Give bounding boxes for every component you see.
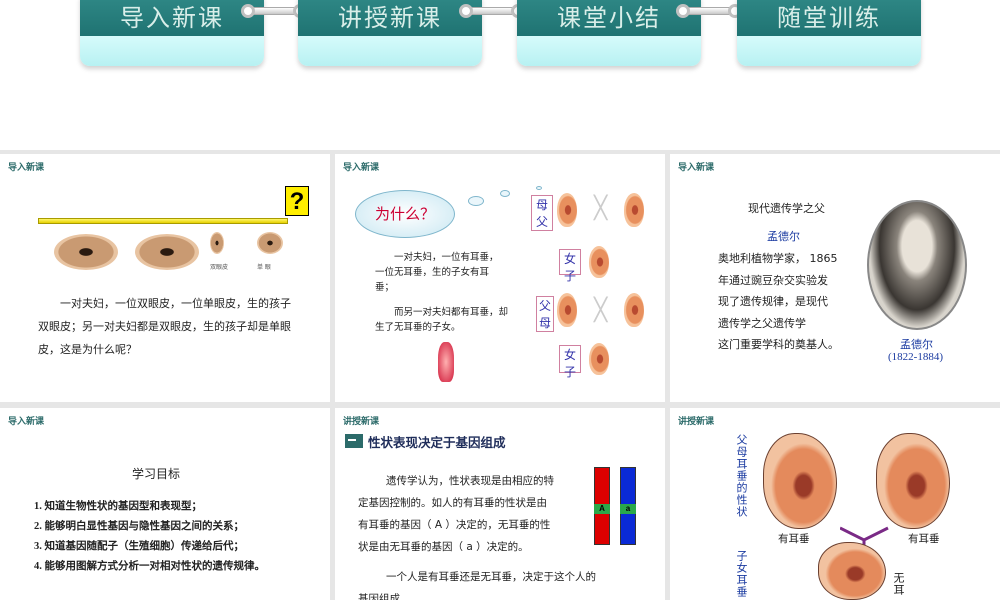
cross-icon: ╳ — [594, 196, 608, 221]
ear-image — [557, 293, 577, 327]
parent-trait-label: 父母耳垂的性状 — [735, 434, 748, 518]
tab-connector — [676, 4, 742, 18]
bio-line: 年通过豌豆杂交实验发 — [718, 273, 828, 287]
bio-line: 奥地利植物学家， 1865 — [718, 252, 838, 265]
tab-bottom — [298, 36, 482, 66]
ear-image — [624, 193, 644, 227]
slide-section-tag: 导入新课 — [343, 163, 380, 173]
gene-band: a — [620, 504, 636, 514]
gene-chromosome-a: a — [620, 467, 636, 545]
body-line: 有耳垂的基因（ A ）决定的，无耳垂的性 — [358, 519, 551, 531]
ear-caption: 无耳 — [892, 572, 905, 596]
role-label-text: 母 父 — [535, 198, 548, 229]
role-label-text: 父母 — [538, 299, 551, 330]
ear-photo — [763, 433, 837, 529]
tab-bottom — [80, 36, 264, 66]
tab-bottom — [517, 36, 701, 66]
bio-text: 奥地利植物学家， 1865 年通过豌豆杂交实验发 现了遗传规律，是现代 遗传学之… — [718, 248, 868, 356]
connector-bar — [467, 7, 517, 15]
question-mark-figure — [438, 342, 454, 382]
child-trait-label: 子女耳垂 — [735, 550, 748, 598]
body-line: 定基因控制的。如人的有耳垂的性状是由 — [358, 497, 547, 509]
goal-item: 4. 能够用图解方式分析一对相对性状的遗传规律。 — [34, 561, 265, 572]
portrait-caption-name: 孟德尔 — [900, 338, 933, 351]
tab-label: 课堂小结 — [557, 4, 661, 32]
tab-lecture[interactable]: 讲授新课 — [298, 0, 482, 66]
body-line: 状是由无耳垂的基因（ a ）决定的。 — [358, 541, 529, 553]
heading-icon — [345, 434, 363, 448]
cloud-question: 为什么？ — [375, 205, 436, 223]
figure-label: 单 眼 — [257, 264, 271, 271]
slide-body-text: 遗传学认为，性状表现是由相应的特 定基因控制的。如人的有耳垂的性状是由 有耳垂的… — [358, 470, 596, 600]
ear-image — [557, 193, 577, 227]
ear-image — [589, 246, 609, 278]
tab-practice[interactable]: 随堂训练 — [737, 0, 921, 66]
slide-title: 现代遗传学之父 — [748, 202, 825, 215]
bio-line: 现了遗传规律，是现代 — [718, 295, 828, 308]
body-line: 基因组成。 — [358, 593, 411, 600]
eye-fragment-image — [210, 232, 224, 254]
figure-label: 双眼皮 — [210, 264, 229, 271]
question-mark-icon: ? — [285, 186, 309, 216]
tab-connector — [459, 4, 525, 18]
tab-label: 导入新课 — [120, 4, 224, 32]
tab-label: 随堂训练 — [777, 4, 881, 32]
body-line: 遗传学认为，性状表现是由相应的特 — [386, 475, 554, 487]
connector-ring — [676, 4, 690, 18]
slide-title: 学习目标 — [132, 467, 181, 481]
role-label-text: 女 子 — [563, 348, 576, 379]
goal-item: 3. 知道基因随配子（生殖细胞）传递给后代； — [34, 541, 244, 552]
role-label-text: 女 子 — [563, 252, 576, 283]
slide-section-tag: 导入新课 — [678, 163, 715, 173]
eye-fragment-image — [257, 232, 283, 254]
cross-icon: ╳ — [594, 298, 608, 323]
role-label: 父母 — [536, 296, 554, 332]
ear-caption: 有耳垂 — [778, 533, 810, 545]
slide-heading: 性状表现决定于基因组成 — [368, 435, 506, 450]
role-label: 女 子 — [559, 249, 581, 283]
scientist-name: 孟德尔 — [767, 230, 800, 243]
chapter-nav: 导入新课 讲授新课 课堂小结 随堂训练 — [0, 0, 1000, 75]
role-label: 母 父 — [531, 195, 553, 231]
mendel-portrait — [867, 200, 967, 330]
thought-bubble — [536, 186, 542, 190]
slide-body-text: 而另一对夫妇都有耳垂，却生了无耳垂的子女。 — [375, 307, 509, 333]
bio-line: 遗传学之父遗传学 — [718, 316, 806, 330]
goal-item: 1. 知道生物性状的基因型和表现型； — [34, 501, 202, 512]
goal-item: 2. 能够明白显性基因与隐性基因之间的关系； — [34, 521, 244, 532]
child-ear-photo — [818, 542, 886, 600]
body-line: 一个人是有耳垂还是无耳垂，决定于这个人的 — [386, 571, 596, 583]
double-eyelid-eye-image — [135, 234, 199, 270]
slide-section-tag: 讲授新课 — [343, 417, 380, 427]
slide-section-tag: 导入新课 — [8, 163, 45, 173]
ear-image — [624, 293, 644, 327]
tab-bottom — [737, 36, 921, 66]
bio-line: 这门重要学科的奠基人。 — [718, 338, 839, 351]
portrait-caption-years: (1822-1884) — [888, 351, 943, 363]
ear-image — [589, 343, 609, 375]
gene-band: A — [594, 504, 610, 514]
connector-bar — [249, 7, 299, 15]
slide-section-tag: 导入新课 — [8, 417, 45, 427]
connector-bar — [684, 7, 734, 15]
slide-body-text: 一对夫妇，一位有耳垂，一位无耳垂，生的子女有耳垂； — [375, 252, 499, 293]
gene-chromosome-A: A — [594, 467, 610, 545]
thought-bubble — [468, 196, 484, 206]
connector-ring — [241, 4, 255, 18]
thought-bubble — [500, 190, 510, 197]
tab-intro[interactable]: 导入新课 — [80, 0, 264, 66]
yellow-bar — [38, 218, 288, 224]
tab-summary[interactable]: 课堂小结 — [517, 0, 701, 66]
ear-photo — [876, 433, 950, 529]
tab-label: 讲授新课 — [338, 4, 442, 32]
double-eyelid-eye-image — [54, 234, 118, 270]
role-label: 女 子 — [559, 345, 581, 379]
connector-ring — [459, 4, 473, 18]
slide-thumbnail-1[interactable]: 导入新课 — [0, 154, 330, 402]
slide-section-tag: 讲授新课 — [678, 417, 715, 427]
ear-caption: 有耳垂 — [908, 533, 940, 545]
slide-body-text: 一对夫妇，一位双眼皮，一位单眼皮，生的孩子双眼皮；另一对夫妇都是双眼皮，生的孩子… — [38, 297, 291, 356]
